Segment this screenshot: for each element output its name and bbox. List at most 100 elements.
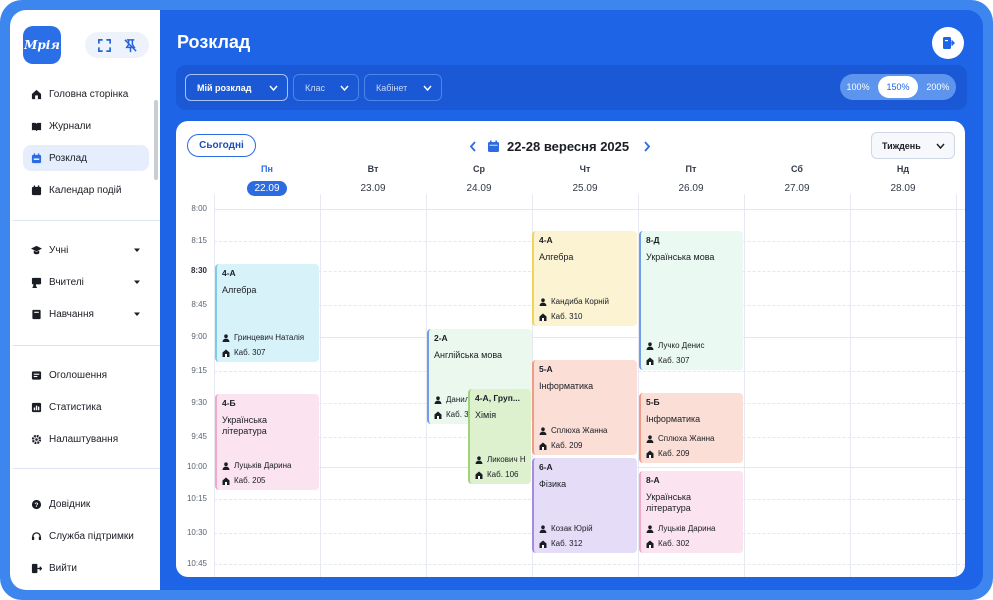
sidebar-item-home[interactable]: Головна сторінка bbox=[23, 81, 149, 107]
view-select-label: Тиждень bbox=[882, 140, 921, 151]
day-column-divider bbox=[320, 194, 321, 577]
person-icon bbox=[434, 395, 442, 404]
sidebar-item-schedule[interactable]: Розклад bbox=[23, 145, 149, 171]
day-header-2[interactable]: Ср 24.09 bbox=[426, 164, 532, 196]
my-schedule-label: Мій розклад bbox=[197, 82, 252, 93]
gear-icon bbox=[31, 434, 42, 444]
lesson-event[interactable]: 6-А Фізика Козак Юрій Каб. 312 bbox=[532, 458, 637, 553]
event-group: 4-Б bbox=[222, 398, 236, 408]
room-icon bbox=[539, 540, 547, 548]
schedule-icon bbox=[31, 152, 42, 163]
event-teacher-name: Ликович Н bbox=[487, 455, 526, 464]
room-icon bbox=[539, 442, 547, 450]
sidebar-item-statistics[interactable]: Статистика bbox=[23, 394, 149, 420]
time-label: 10:00 bbox=[186, 462, 207, 471]
event-teacher-name: Сплюха Жанна bbox=[658, 434, 715, 443]
sidebar-item-logout[interactable]: Вийти bbox=[23, 555, 149, 581]
lesson-event[interactable]: 4-А Алгебра Кандиба Корній Каб. 310 bbox=[532, 231, 637, 326]
event-room: Каб. 307 bbox=[646, 356, 689, 365]
sidebar-scrollbar[interactable] bbox=[154, 100, 158, 180]
chevron-down-icon bbox=[134, 312, 140, 316]
lesson-event[interactable]: 4-А Алгебра Гринцевич Наталія Каб. 307 bbox=[215, 264, 319, 362]
event-group: 5-А bbox=[539, 364, 553, 374]
event-room: Каб. 302 bbox=[646, 539, 689, 548]
view-select[interactable]: Тиждень bbox=[871, 132, 955, 159]
event-room-name: Каб. 307 bbox=[658, 356, 690, 365]
event-teacher-name: Данил bbox=[446, 395, 470, 404]
event-subject: Алгебра bbox=[222, 285, 257, 295]
event-teacher-name: Кандиба Корній bbox=[551, 297, 609, 306]
calendar-card: Сьогодні 22-28 вересня 2025 Тиждень Пн 22… bbox=[176, 121, 965, 577]
person-icon bbox=[539, 426, 547, 435]
day-header-4[interactable]: Пт 26.09 bbox=[638, 164, 744, 196]
sidebar-item-teachers[interactable]: Вчителі bbox=[23, 269, 149, 295]
person-icon bbox=[475, 455, 483, 464]
day-header-0[interactable]: Пн 22.09 bbox=[214, 164, 320, 196]
announcement-icon bbox=[31, 370, 42, 380]
fullscreen-icon[interactable] bbox=[97, 38, 112, 53]
sidebar-item-help[interactable]: ? Довідник bbox=[23, 491, 149, 517]
book-icon bbox=[32, 309, 41, 319]
event-subject: Українська мова bbox=[646, 252, 715, 262]
event-teacher: Гринцевич Наталія bbox=[222, 333, 304, 342]
sidebar-item-learning[interactable]: Навчання bbox=[23, 301, 149, 327]
event-room-name: Каб. 3 bbox=[446, 410, 469, 419]
sidebar-item-label: Довідник bbox=[49, 498, 91, 510]
lesson-event[interactable]: 8-Д Українська мова Лучко Денис Каб. 307 bbox=[639, 231, 743, 370]
time-gridline bbox=[214, 337, 965, 338]
day-header-5[interactable]: Сб 27.09 bbox=[744, 164, 850, 196]
stats-icon bbox=[31, 402, 42, 412]
day-name: Сб bbox=[791, 164, 803, 174]
day-header-1[interactable]: Вт 23.09 bbox=[320, 164, 426, 196]
unpin-icon[interactable] bbox=[123, 38, 138, 53]
zoom-option-100[interactable]: 100% bbox=[840, 76, 876, 98]
event-group: 4-А, Груп... bbox=[475, 393, 520, 403]
sidebar-item-announcements[interactable]: Оголошення bbox=[23, 362, 149, 388]
day-header-6[interactable]: Нд 28.09 bbox=[850, 164, 956, 196]
person-icon bbox=[646, 341, 654, 350]
sidebar: Мрія Головна сторінка Журнали Розклад Ка… bbox=[10, 10, 160, 590]
time-label: 8:15 bbox=[191, 236, 207, 245]
day-name: Вт bbox=[367, 164, 379, 174]
person-icon bbox=[539, 524, 547, 533]
lesson-event[interactable]: 4-А, Груп... Хімія Ликович Н Каб. 106 bbox=[468, 389, 531, 484]
sidebar-item-label: Головна сторінка bbox=[49, 88, 129, 100]
event-group: 6-А bbox=[539, 462, 553, 472]
sidebar-item-settings[interactable]: Налаштування bbox=[23, 426, 149, 452]
chevron-right-icon[interactable] bbox=[643, 140, 651, 152]
lesson-event[interactable]: 5-Б Інформатика Сплюха Жанна Каб. 209 bbox=[639, 393, 743, 463]
my-schedule-select[interactable]: Мій розклад bbox=[185, 74, 288, 101]
event-teacher: Данил bbox=[434, 395, 469, 404]
event-room-name: Каб. 205 bbox=[234, 476, 266, 485]
event-subject: Інформатика bbox=[646, 414, 701, 424]
lesson-event[interactable]: 5-А Інформатика Сплюха Жанна Каб. 209 bbox=[532, 360, 637, 455]
lesson-event[interactable]: 8-А Українська література Луцьків Дарина Ка… bbox=[639, 471, 743, 553]
chevron-left-icon[interactable] bbox=[469, 140, 477, 152]
sidebar-item-events-calendar[interactable]: Календар подій bbox=[23, 177, 149, 203]
sidebar-item-support[interactable]: Служба підтримки bbox=[23, 523, 149, 549]
day-header-3[interactable]: Чт 25.09 bbox=[532, 164, 638, 196]
app-logo[interactable]: Мрія bbox=[23, 26, 61, 64]
zoom-option-150[interactable]: 150% bbox=[878, 76, 918, 98]
help-icon: ? bbox=[31, 499, 42, 509]
event-teacher: Ликович Н bbox=[475, 455, 526, 464]
event-teacher-name: Гринцевич Наталія bbox=[234, 333, 305, 342]
svg-text:?: ? bbox=[35, 501, 39, 508]
time-label: 9:30 bbox=[191, 398, 207, 407]
sidebar-divider bbox=[13, 345, 160, 346]
sidebar-item-students[interactable]: Учні bbox=[23, 237, 149, 263]
lesson-event[interactable]: 4-Б Українська література Луцьків Дарина Ка… bbox=[215, 394, 319, 490]
chevron-down-icon bbox=[134, 248, 140, 252]
room-select-label: Кабінет bbox=[376, 82, 408, 93]
room-select[interactable]: Кабінет bbox=[364, 74, 442, 101]
event-subject: Українська література bbox=[646, 492, 692, 513]
class-select[interactable]: Клас bbox=[293, 74, 359, 101]
today-button[interactable]: Сьогодні bbox=[187, 134, 256, 157]
event-subject: Українська література bbox=[222, 415, 268, 436]
export-button[interactable] bbox=[932, 27, 964, 59]
day-date: 27.09 bbox=[784, 183, 810, 194]
zoom-option-200[interactable]: 200% bbox=[920, 76, 956, 98]
sidebar-item-journals[interactable]: Журнали bbox=[23, 113, 149, 139]
day-date: 26.09 bbox=[678, 183, 704, 194]
time-gridline bbox=[214, 564, 965, 565]
